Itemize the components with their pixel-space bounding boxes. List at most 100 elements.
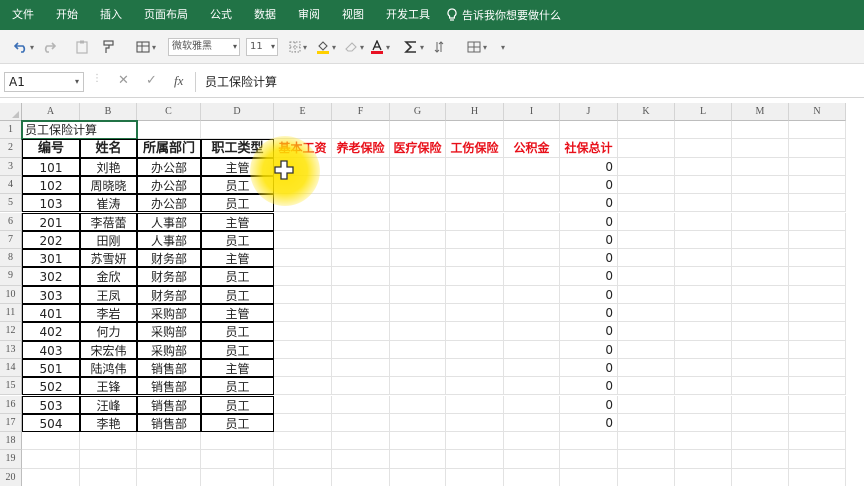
row-header-18[interactable]: 18 — [0, 432, 22, 451]
font-name-dropdown[interactable]: 微软雅黑 ▾ — [168, 38, 240, 56]
grid-cell[interactable] — [274, 285, 332, 304]
row-header-4[interactable]: 4 — [0, 175, 22, 195]
grid-cell[interactable] — [789, 212, 846, 231]
total-cell[interactable]: 0 — [560, 249, 618, 268]
grid-cell[interactable] — [446, 230, 504, 250]
row-header-19[interactable]: 19 — [0, 450, 22, 469]
grid-cell[interactable] — [675, 285, 732, 304]
grid-cell[interactable] — [332, 322, 390, 341]
grid-cell[interactable] — [789, 322, 846, 341]
borders-button[interactable]: ▾ — [286, 37, 310, 57]
tell-me-box[interactable]: 告诉我你想要做什么 — [447, 0, 561, 30]
grid-cell[interactable] — [201, 432, 274, 451]
grid-cell[interactable] — [732, 249, 789, 268]
total-cell[interactable]: 0 — [560, 304, 618, 323]
grid-cell[interactable] — [274, 432, 332, 451]
grid-cell[interactable] — [618, 432, 675, 451]
table-cell[interactable]: 销售部 — [137, 358, 201, 378]
total-cell[interactable]: 0 — [560, 212, 618, 231]
row-header-8[interactable]: 8 — [0, 249, 22, 268]
sheet-title-cell[interactable]: 员工保险计算 — [21, 119, 138, 141]
grid-cell[interactable] — [675, 267, 732, 286]
grid-cell[interactable] — [446, 377, 504, 396]
table-cell[interactable]: 何力 — [80, 322, 137, 341]
column-header-l[interactable]: L — [675, 103, 732, 121]
table-cell[interactable]: 员工 — [201, 413, 274, 433]
grid-cell[interactable] — [446, 304, 504, 323]
grid-cell[interactable] — [560, 432, 618, 451]
table-cell[interactable]: 101 — [22, 157, 80, 176]
table-cell[interactable]: 周晓晓 — [80, 175, 137, 195]
grid-cell[interactable] — [618, 267, 675, 286]
grid-cell[interactable] — [675, 413, 732, 433]
tab-insert[interactable]: 插入 — [89, 0, 133, 30]
grid-cell[interactable] — [675, 249, 732, 268]
grid-cell[interactable] — [332, 377, 390, 396]
grid-cell[interactable] — [504, 212, 560, 231]
grid-cell[interactable] — [504, 395, 560, 414]
grid-cell[interactable] — [332, 212, 390, 231]
grid-cell[interactable] — [390, 230, 446, 250]
grid-cell[interactable] — [560, 468, 618, 486]
grid-cell[interactable] — [390, 377, 446, 396]
table-cell[interactable]: 401 — [22, 304, 80, 323]
grid-cell[interactable] — [390, 304, 446, 323]
column-header-i[interactable]: I — [504, 103, 560, 121]
column-header-h[interactable]: H — [446, 103, 504, 121]
select-all-corner[interactable] — [0, 103, 22, 121]
grid-cell[interactable] — [137, 121, 201, 140]
table-cell[interactable]: 主管 — [201, 304, 274, 323]
grid-cell[interactable] — [332, 157, 390, 176]
table-header-cell[interactable]: 职工类型 — [201, 139, 274, 158]
grid-cell[interactable] — [789, 395, 846, 414]
table-cell[interactable]: 主管 — [201, 358, 274, 378]
table-cell[interactable]: 办公部 — [137, 175, 201, 195]
grid-cell[interactable] — [618, 121, 675, 140]
undo-button[interactable]: ▾ — [10, 37, 38, 57]
grid-cell[interactable] — [789, 194, 846, 213]
grid-cell[interactable] — [618, 304, 675, 323]
table-cell[interactable]: 501 — [22, 358, 80, 378]
grid-cell[interactable] — [732, 267, 789, 286]
enter-icon[interactable]: ✓ — [146, 73, 157, 88]
table-cell[interactable]: 采购部 — [137, 322, 201, 341]
grid-cell[interactable] — [390, 267, 446, 286]
grid-cell[interactable] — [390, 212, 446, 231]
grid-cell[interactable] — [618, 249, 675, 268]
grid-cell[interactable] — [274, 358, 332, 378]
grid-cell[interactable] — [618, 340, 675, 359]
table-cell[interactable]: 主管 — [201, 249, 274, 268]
grid-cell[interactable] — [504, 157, 560, 176]
row-header-16[interactable]: 16 — [0, 395, 22, 414]
table-cell[interactable]: 李艳 — [80, 413, 137, 433]
table-cell[interactable]: 王锋 — [80, 377, 137, 396]
grid-cell[interactable] — [332, 194, 390, 213]
grid-cell[interactable] — [504, 304, 560, 323]
grid-cell[interactable] — [274, 249, 332, 268]
grid-cell[interactable] — [390, 413, 446, 433]
grid-cell[interactable] — [332, 450, 390, 469]
grid-cell[interactable] — [789, 450, 846, 469]
total-cell[interactable]: 0 — [560, 340, 618, 359]
table-cell[interactable]: 员工 — [201, 267, 274, 286]
grid-cell[interactable] — [274, 157, 332, 176]
grid-cell[interactable] — [504, 468, 560, 486]
grid-cell[interactable] — [390, 175, 446, 195]
grid-cell[interactable] — [789, 230, 846, 250]
table-cell[interactable]: 503 — [22, 395, 80, 414]
grid-cell[interactable] — [390, 285, 446, 304]
autosum-button[interactable]: ▾ — [402, 37, 426, 57]
grid-cell[interactable] — [618, 175, 675, 195]
row-header-3[interactable]: 3 — [0, 157, 22, 176]
insurance-header-cell[interactable]: 基本工资 — [274, 139, 332, 158]
table-cell[interactable]: 员工 — [201, 285, 274, 304]
grid-cell[interactable] — [446, 249, 504, 268]
grid-cell[interactable] — [732, 285, 789, 304]
grid-cell[interactable] — [789, 358, 846, 378]
grid-cell[interactable] — [390, 468, 446, 486]
grid-cell[interactable] — [332, 175, 390, 195]
table-cell[interactable]: 303 — [22, 285, 80, 304]
row-header-9[interactable]: 9 — [0, 267, 22, 286]
grid-cell[interactable] — [560, 121, 618, 140]
grid-cell[interactable] — [504, 285, 560, 304]
